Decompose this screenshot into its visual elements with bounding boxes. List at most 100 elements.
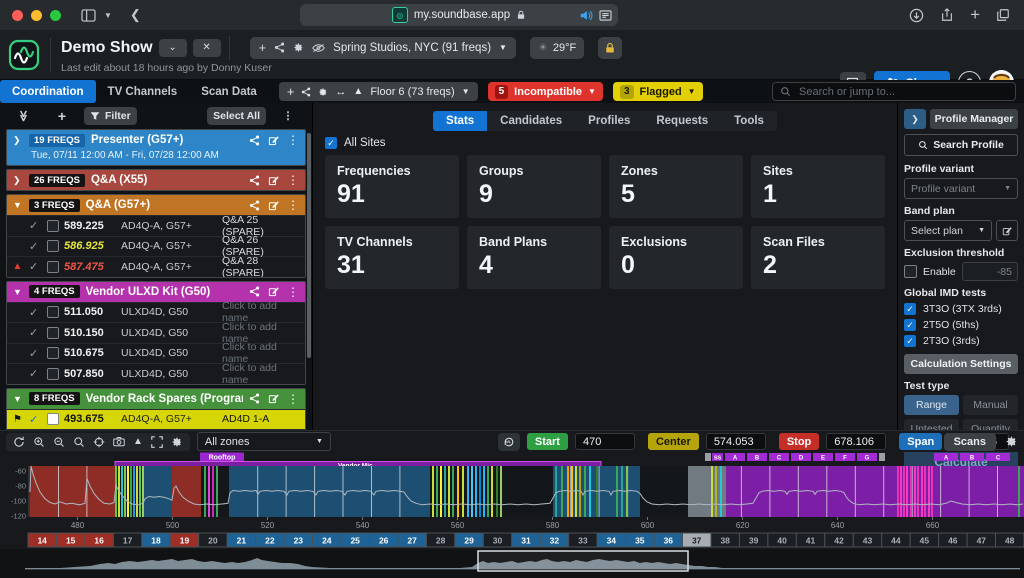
frequency-row[interactable]: ✓589.225AD4Q-A, G57+Q&A 25 (SPARE) [7, 215, 305, 236]
group-header[interactable]: ▼4 FREQSVendor ULXD Kit (G50)⋮ [7, 282, 305, 302]
venue-selector[interactable]: + Spring Studios, NYC (91 freqs) ▼ [250, 37, 516, 59]
browser-sidebar-icon[interactable] [81, 9, 96, 22]
chevron-right-icon[interactable]: ❯ [13, 135, 23, 146]
share-icon[interactable] [249, 135, 260, 146]
edit-icon[interactable] [268, 135, 279, 146]
start-value[interactable]: 470 [575, 433, 635, 450]
sidebar-scrollbar[interactable] [307, 133, 311, 358]
tab-requests[interactable]: Requests [643, 111, 721, 131]
edit-band-plan-button[interactable] [996, 220, 1018, 241]
tab-profiles[interactable]: Profiles [575, 111, 643, 131]
edit-icon[interactable] [268, 393, 279, 404]
row-checkbox[interactable] [47, 261, 59, 273]
chevron-down-icon[interactable]: ▼ [13, 287, 23, 297]
flag-icon[interactable]: ⚑ [11, 414, 24, 425]
check-icon[interactable]: ✓ [29, 306, 42, 319]
zoom-out-icon[interactable] [53, 436, 65, 448]
frequency-value[interactable]: 587.475 [64, 261, 116, 273]
group-name[interactable]: Vendor ULXD Kit (G50) [86, 286, 243, 298]
group-name[interactable]: Q&A (G57+) [86, 199, 243, 211]
warning-icon[interactable]: ▲ [353, 86, 363, 97]
row-checkbox[interactable] [47, 327, 59, 339]
audio-playing-icon[interactable] [579, 10, 593, 21]
row-checkbox[interactable] [47, 368, 59, 380]
frequency-value[interactable]: 586.925 [64, 240, 116, 252]
gear-icon[interactable] [293, 42, 304, 53]
chevron-down-icon[interactable]: ▼ [104, 11, 112, 20]
edit-icon[interactable] [268, 286, 279, 297]
row-checkbox[interactable] [47, 413, 59, 425]
frequency-row[interactable]: ✓586.925AD4Q-A, G57+Q&A 26 (SPARE) [7, 236, 305, 257]
collapse-panel-button[interactable]: ❯ [904, 109, 926, 129]
gear-icon[interactable] [171, 436, 183, 448]
minimap-viewport[interactable] [478, 551, 688, 571]
address-bar[interactable]: ◎ my.soundbase.app [300, 4, 618, 26]
share-page-icon[interactable] [940, 8, 954, 22]
checkbox-checked-icon[interactable]: ✓ [325, 137, 337, 149]
frequency-row[interactable]: ✓507.850ULXD4D, G50Click to add name [7, 363, 305, 384]
sidebar-menu-button[interactable]: ⋮ [272, 107, 304, 125]
group-header[interactable]: ▼3 FREQSQ&A (G57+)⋮ [7, 195, 305, 215]
imd-test-item[interactable]: ✓3T3O (3TX 3rds) [904, 303, 1018, 315]
nav-tab-scan-data[interactable]: Scan Data [189, 80, 269, 103]
search-bar[interactable] [772, 82, 1016, 101]
nav-tab-tv-channels[interactable]: TV Channels [96, 80, 190, 103]
row-checkbox[interactable] [47, 220, 59, 232]
row-checkbox[interactable] [47, 240, 59, 252]
share-icon[interactable] [249, 286, 260, 297]
test-type-range[interactable]: Range [904, 395, 959, 415]
share-icon[interactable] [249, 175, 260, 186]
close-show-button[interactable]: ✕ [193, 39, 221, 57]
frequency-value[interactable]: 493.675 [64, 413, 116, 425]
frequency-value[interactable]: 507.850 [64, 368, 116, 380]
test-type-manual[interactable]: Manual [963, 395, 1018, 415]
check-icon[interactable]: ✓ [29, 413, 42, 426]
edit-icon[interactable] [268, 200, 279, 211]
edit-icon[interactable] [268, 175, 279, 186]
group-name[interactable]: Vendor Rack Spares (Programmed) [86, 393, 243, 405]
gear-icon[interactable] [318, 87, 328, 97]
group-name[interactable]: Q&A (X55) [91, 174, 243, 186]
search-profile-button[interactable]: Search Profile [904, 134, 1018, 156]
kebab-menu-icon[interactable]: ⋮ [287, 285, 299, 299]
marker-icon[interactable]: ▲ [133, 436, 143, 447]
calculation-settings-button[interactable]: Calculation Settings [904, 354, 1018, 374]
zoom-window-button[interactable] [50, 10, 61, 21]
kebab-menu-icon[interactable]: ⋮ [287, 133, 299, 147]
lock-show-button[interactable] [598, 37, 622, 59]
frequency-value[interactable]: 589.225 [64, 220, 116, 232]
show-switcher-button[interactable]: ⌄ [159, 39, 187, 57]
close-window-button[interactable] [12, 10, 23, 21]
check-icon[interactable]: ✓ [29, 347, 42, 360]
frequency-row[interactable]: ⚑✓493.675AD4Q-A, G57+AD4D 1-A [7, 409, 305, 430]
filter-button[interactable]: Filter [84, 107, 137, 125]
chevron-right-icon[interactable]: ❯ [13, 175, 23, 186]
add-icon[interactable]: + [287, 84, 295, 99]
check-icon[interactable]: ✓ [29, 367, 42, 380]
tab-overview-icon[interactable] [996, 8, 1010, 22]
zones-select[interactable]: All zones ▼ [197, 432, 331, 451]
checkbox-checked-icon[interactable]: ✓ [904, 319, 916, 331]
share-network-icon[interactable] [301, 87, 311, 97]
tab-tools[interactable]: Tools [721, 111, 777, 131]
row-checkbox[interactable] [47, 306, 59, 318]
collapse-all-icon[interactable]: ≫ [15, 103, 33, 132]
flagged-filter[interactable]: 3 Flagged ▼ [613, 82, 703, 101]
frequency-row[interactable]: ▲✓587.475AD4Q-A, G57+Q&A 28 (SPARE) [7, 256, 305, 277]
all-sites-toggle[interactable]: ✓ All Sites [325, 137, 897, 149]
nav-tab-coordination[interactable]: Coordination [0, 80, 96, 103]
share-network-icon[interactable] [274, 42, 285, 53]
back-icon[interactable]: ❮ [130, 7, 141, 23]
chevron-down-icon[interactable]: ▼ [13, 200, 23, 210]
search-input[interactable] [797, 85, 981, 99]
history-button[interactable] [498, 433, 520, 451]
check-icon[interactable]: ✓ [29, 219, 42, 232]
channel-name[interactable]: AD4D 1-A [222, 413, 301, 425]
share-icon[interactable] [249, 200, 260, 211]
refresh-icon[interactable] [13, 436, 25, 448]
zoom-in-icon[interactable] [33, 436, 45, 448]
band-plan-select[interactable]: Select plan ▼ [904, 220, 992, 241]
search-icon[interactable] [73, 436, 85, 448]
check-icon[interactable]: ✓ [29, 240, 42, 253]
frequency-row[interactable]: ✓511.050ULXD4D, G50Click to add name [7, 302, 305, 323]
